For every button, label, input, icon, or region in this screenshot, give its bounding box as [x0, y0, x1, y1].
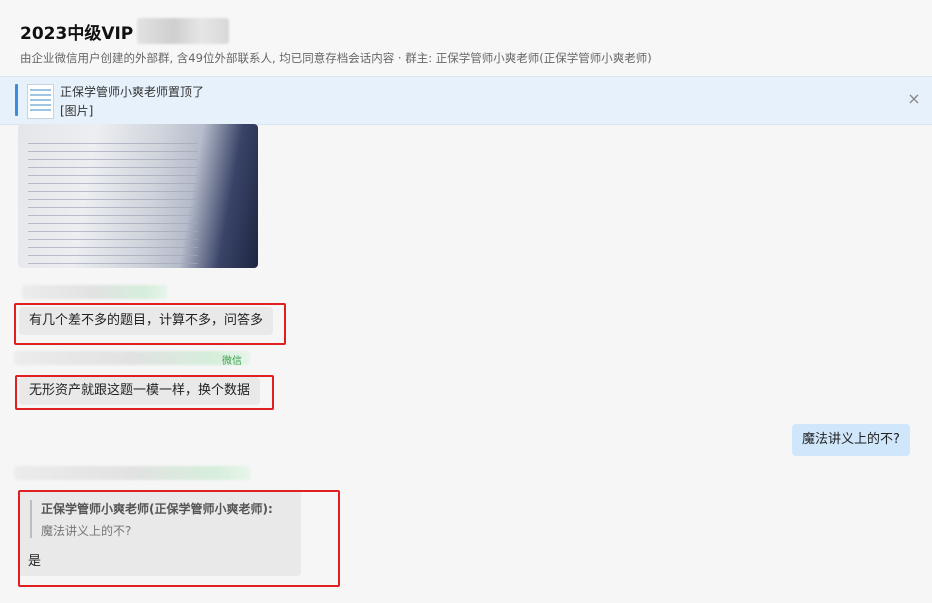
blurred-title-suffix	[137, 18, 230, 44]
blurred-sender-name	[22, 285, 167, 299]
blurred-sender-name	[14, 351, 250, 365]
chat-header: 2023中级VIP 由企业微信用户创建的外部群, 含49位外部联系人, 均已同意…	[0, 0, 932, 76]
pinned-message-banner[interactable]: 正保学管师小爽老师置顶了 [图片]	[0, 76, 932, 125]
pinned-image-thumbnail[interactable]	[27, 84, 54, 119]
close-icon[interactable]: ×	[905, 90, 923, 108]
group-description: 由企业微信用户创建的外部群, 含49位外部联系人, 均已同意存档会话内容 · 群…	[20, 51, 652, 65]
highlight-box	[18, 490, 340, 587]
pinned-content: [图片]	[60, 104, 94, 118]
photo-content	[28, 136, 198, 268]
pinned-accent-bar	[15, 84, 18, 116]
image-message[interactable]	[18, 124, 258, 268]
highlight-box	[14, 303, 286, 345]
pinned-notice: 正保学管师小爽老师置顶了	[60, 85, 205, 99]
blurred-sender-name	[14, 466, 250, 480]
wechat-tag: 微信	[222, 356, 242, 367]
group-title: 2023中级VIP	[20, 23, 134, 44]
highlight-box	[15, 375, 274, 410]
my-message-bubble[interactable]: 魔法讲义上的不?	[792, 424, 910, 456]
